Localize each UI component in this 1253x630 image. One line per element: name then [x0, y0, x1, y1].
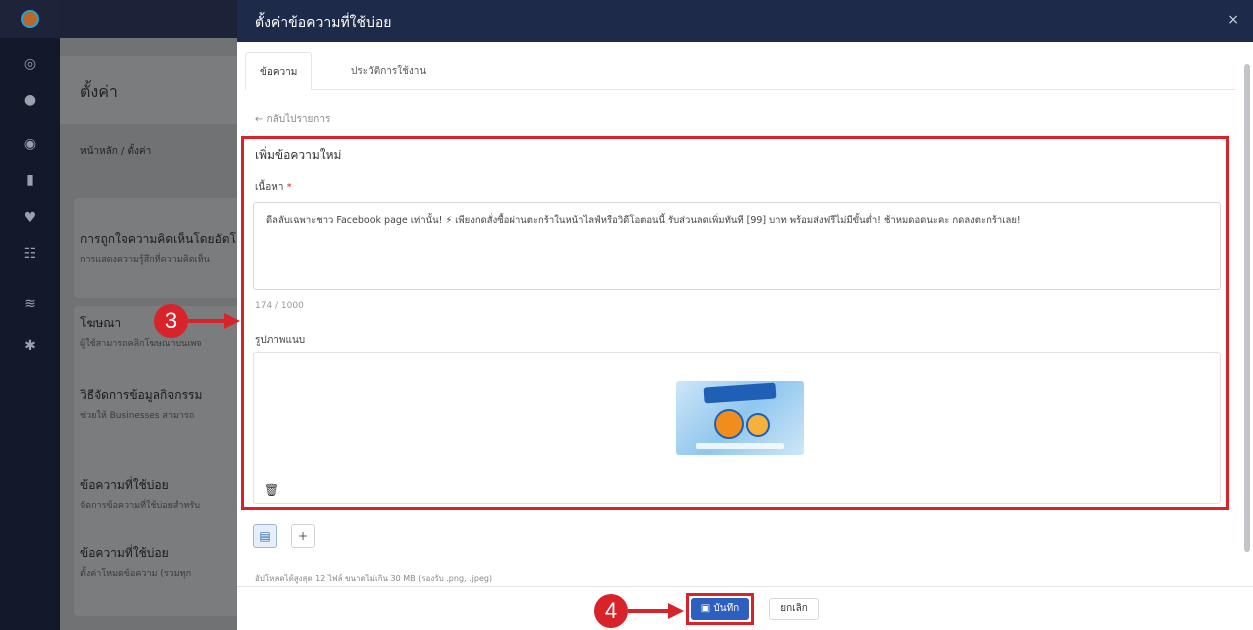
users-icon[interactable]: ☷ [0, 246, 60, 262]
app-logo-area [0, 0, 60, 38]
tab-message[interactable]: ข้อความ [245, 52, 313, 90]
save-button[interactable]: ▣ บันทึก [691, 598, 749, 620]
tab-usage-history[interactable]: ประวัติการใช้งาน [337, 52, 440, 90]
page-title: ตั้งค่า [80, 82, 118, 101]
modal-tabs: ข้อความ ประวัติการใช้งาน [245, 52, 1235, 90]
frequent-message-modal: ตั้งค่าข้อความที่ใช้บ่อย × ข้อความ ประวั… [237, 0, 1253, 630]
breadcrumb[interactable]: หน้าหลัก / ตั้งค่า [80, 144, 151, 159]
chart-icon[interactable]: ≋ [0, 296, 60, 312]
thumbnail-strip [696, 443, 784, 449]
content-label: เนื้อหา * [255, 180, 292, 195]
attachment-thumbnail[interactable] [676, 381, 804, 455]
save-button-label: บันทึก [713, 603, 740, 614]
content-label-text: เนื้อหา [255, 182, 284, 193]
add-attachment-button[interactable]: + [291, 524, 315, 548]
settings-card-title: การถูกใจความคิดเห็นโดยอัตโนมัติ [80, 232, 236, 246]
heart-icon[interactable]: ♥ [0, 210, 60, 226]
settings-card-title: ข้อความที่ใช้บ่อย [80, 546, 169, 560]
thumbnail-badge [714, 409, 744, 439]
thumbnail-banner [703, 382, 777, 404]
attachment-label: รูปภาพแนบ [255, 335, 306, 346]
modal-header: ตั้งค่าข้อความที่ใช้บ่อย × [237, 0, 1253, 42]
settings-card-subtitle: ช่วยให้ Businesses สามารถ [80, 411, 195, 421]
message-content-textarea[interactable]: ดีลลับเฉพาะชาว Facebook page เท่านั้น! ⚡… [253, 202, 1221, 290]
thumbnail-badge [746, 413, 770, 437]
app-logo[interactable] [21, 10, 39, 28]
step-3-arrow-icon [188, 313, 240, 329]
trash-icon[interactable]: 🗑 [264, 483, 279, 497]
cancel-button[interactable]: ยกเลิก [769, 598, 819, 620]
image-thumbnail-button[interactable]: ▤ [253, 524, 277, 548]
settings-card-title: วิธีจัดการข้อมูลกิจกรรม [80, 388, 203, 402]
background-settings-page: ตั้งค่า หน้าหลัก / ตั้งค่า การถูกใจความค… [60, 38, 240, 630]
character-counter: 174 / 1000 [255, 301, 304, 311]
step-3-badge: 3 [154, 304, 188, 338]
floppy-disk-icon: ▣ [700, 603, 711, 614]
settings-card-title: ข้อความที่ใช้บ่อย [80, 478, 169, 492]
upload-hint: อัปโหลดได้สูงสุด 12 ไฟล์ ขนาดไม่เกิน 30 … [255, 574, 493, 583]
modal-title: ตั้งค่าข้อความที่ใช้บ่อย [255, 15, 392, 31]
chat-icon[interactable]: ● [0, 92, 60, 108]
form-title: เพิ่มข้อความใหม่ [255, 148, 342, 162]
settings-card-subtitle: การแสดงความรู้สึกที่ความคิดเห็น [80, 255, 210, 265]
step-4-badge: 4 [594, 594, 628, 628]
settings-card-subtitle: ตั้งค่าโหมดข้อความ (รวมทุก [80, 569, 192, 579]
icon-rail: ◎ ● ◉ ▮ ♥ ☷ ≋ ✱ [0, 0, 60, 630]
required-mark: * [286, 182, 292, 193]
scrollbar-thumb[interactable] [1244, 64, 1250, 552]
clipboard-icon[interactable]: ▮ [0, 172, 60, 188]
modal-scrollbar[interactable] [1243, 48, 1251, 580]
settings-card-subtitle: จัดการข้อความที่ใช้บ่อยสำหรับ [80, 501, 200, 511]
settings-card-subtitle: ผู้ใช้สามารถคลิกโฆษณาบนเพจ [80, 339, 202, 349]
settings-icon[interactable]: ✱ [0, 338, 60, 354]
back-to-list-link[interactable]: ← กลับไปรายการ [255, 112, 330, 127]
messenger-icon[interactable]: ◉ [0, 136, 60, 152]
attachment-area[interactable]: 🗑 [253, 352, 1221, 504]
target-icon[interactable]: ◎ [0, 56, 60, 72]
step-4-arrow-icon [628, 603, 684, 619]
close-icon[interactable]: × [1227, 12, 1239, 28]
modal-footer: ▣ บันทึก ยกเลิก [237, 586, 1253, 630]
